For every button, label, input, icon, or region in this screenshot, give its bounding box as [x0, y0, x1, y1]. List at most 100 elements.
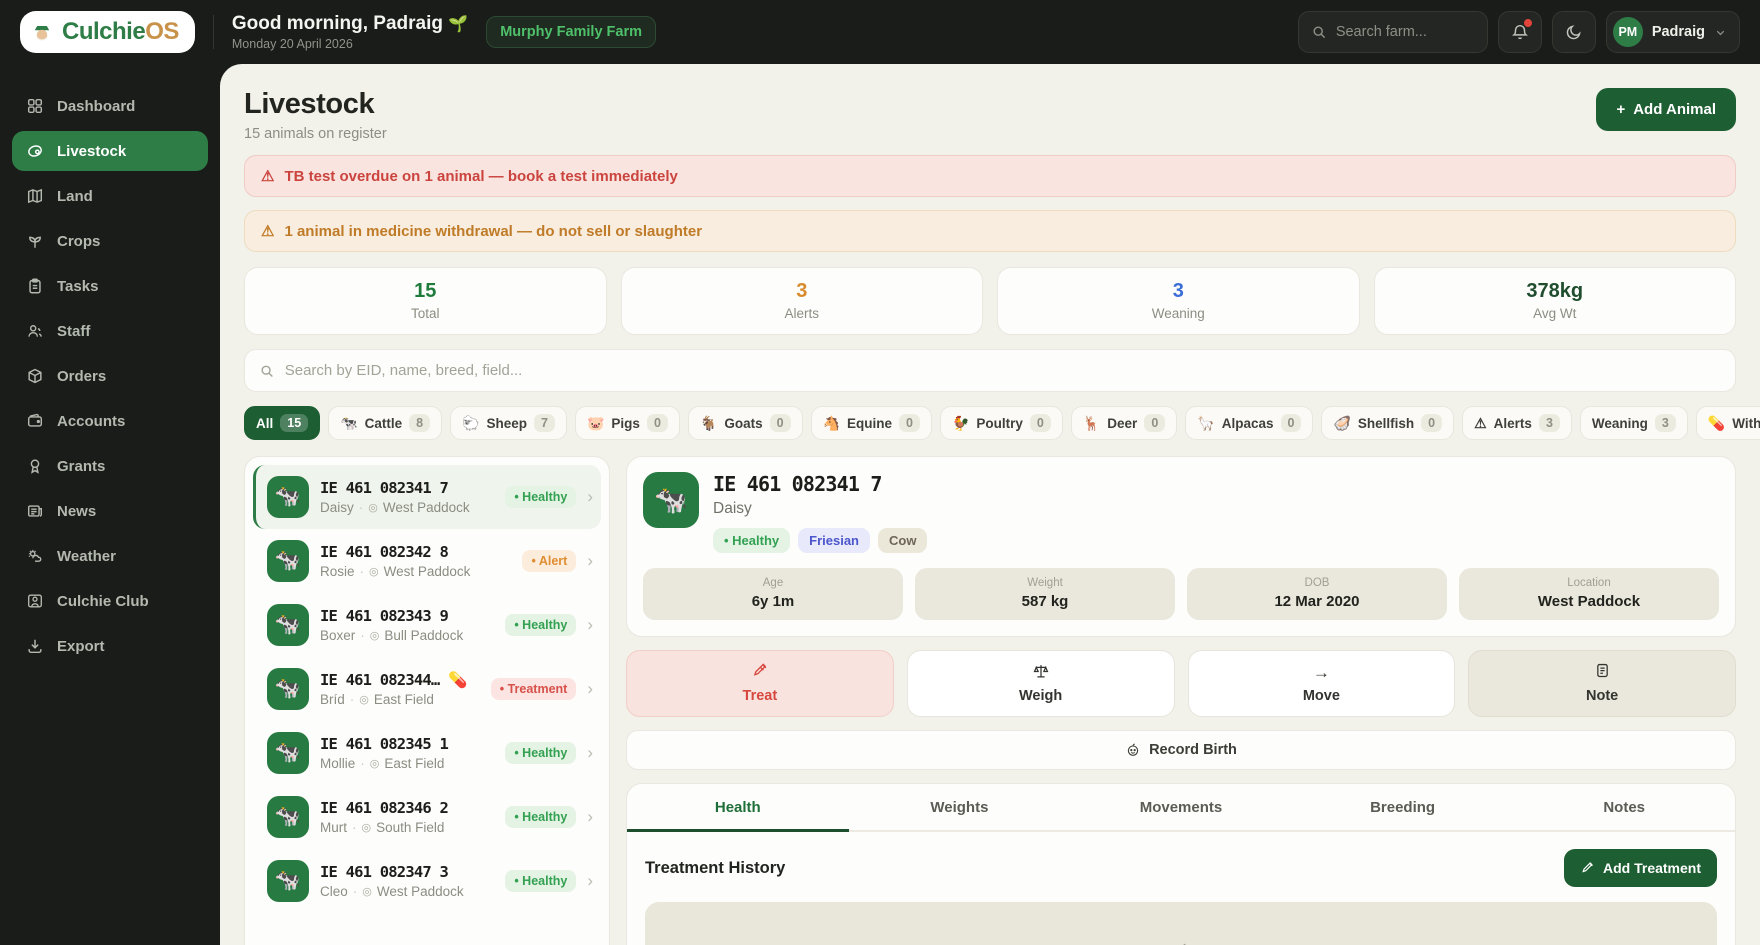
wallet-icon	[26, 412, 44, 430]
animal-search[interactable]	[244, 349, 1736, 392]
animal-eid: IE 461 082347 3	[320, 863, 494, 881]
filter-chip-goats[interactable]: 🐐Goats0	[688, 406, 803, 440]
weigh-button[interactable]: Weigh	[907, 650, 1175, 717]
sidebar-item-crops[interactable]: Crops	[12, 221, 208, 261]
sidebar-item-weather[interactable]: Weather	[12, 536, 208, 576]
filter-chip-poultry[interactable]: 🐓Poultry0	[940, 406, 1063, 440]
record-birth-button[interactable]: Record Birth	[626, 730, 1736, 770]
sheep-icon: 🐑	[462, 415, 479, 432]
user-name: Padraig	[1652, 24, 1705, 40]
animal-row-rosie[interactable]: 🐄 IE 461 082342 8 Rosie·◎West Paddock Al…	[253, 529, 601, 593]
filter-chip-shellfish[interactable]: 🦪Shellfish0	[1321, 406, 1454, 440]
animal-row-brid[interactable]: 🐄 IE 461 082344… 💊 Bríd·◎East Field Trea…	[253, 657, 601, 721]
sidebar-item-land[interactable]: Land	[12, 176, 208, 216]
animal-row-daisy[interactable]: 🐄 IE 461 082341 7 Daisy·◎West Paddock He…	[253, 465, 601, 529]
species-filter-row: All15 🐄Cattle8 🐑Sheep7 🐷Pigs0 🐐Goats0 🐴E…	[244, 406, 1736, 440]
sidebar-item-label: Orders	[57, 368, 106, 385]
sidebar-item-export[interactable]: Export	[12, 626, 208, 666]
detail-stat-dob: DOB 12 Mar 2020	[1187, 568, 1447, 620]
filter-chip-deer[interactable]: 🦌Deer0	[1071, 406, 1177, 440]
stat-value: 15	[255, 280, 596, 303]
sidebar-item-staff[interactable]: Staff	[12, 311, 208, 351]
tab-breeding[interactable]: Breeding	[1292, 784, 1514, 832]
filter-chip-alerts[interactable]: ⚠Alerts3	[1462, 406, 1572, 440]
filter-chip-weaning[interactable]: Weaning3	[1580, 406, 1688, 440]
app-logo[interactable]: CulchieOS	[20, 11, 195, 53]
pin-icon: ◎	[370, 757, 380, 770]
animal-row-cleo[interactable]: 🐄 IE 461 082347 3 Cleo·◎West Paddock Hea…	[253, 849, 601, 913]
detail-stat-weight: Weight 587 kg	[915, 568, 1175, 620]
chevron-right-icon: ›	[587, 551, 593, 571]
animal-name: Daisy	[320, 500, 354, 515]
status-badge: Healthy	[505, 870, 576, 892]
sidebar-item-livestock[interactable]: Livestock	[12, 131, 208, 171]
farm-badge[interactable]: Murphy Family Farm	[486, 16, 656, 48]
tb-alert-banner[interactable]: ⚠ TB test overdue on 1 animal — book a t…	[244, 155, 1736, 197]
warning-icon: ⚠	[1474, 415, 1487, 432]
sprout-icon: 🌱	[448, 16, 468, 33]
sun-cloud-icon	[26, 547, 44, 565]
tab-notes[interactable]: Notes	[1513, 784, 1735, 832]
animal-name: Rosie	[320, 564, 355, 579]
filter-chip-pigs[interactable]: 🐷Pigs0	[575, 406, 680, 440]
stat-label: Alerts	[632, 306, 973, 321]
animal-search-input[interactable]	[285, 362, 1721, 379]
pill-icon: 💊	[448, 671, 467, 689]
status-badge: Treatment	[491, 678, 577, 700]
status-badge: Alert	[522, 550, 576, 572]
animal-row-mollie[interactable]: 🐄 IE 461 082345 1 Mollie·◎East Field Hea…	[253, 721, 601, 785]
stat-alerts: 3 Alerts	[621, 267, 984, 335]
animal-detail-panel: 🐄 IE 461 082341 7 Daisy Healthy Friesian…	[626, 456, 1736, 945]
pin-icon: ◎	[368, 501, 378, 514]
dark-mode-toggle[interactable]	[1552, 11, 1596, 53]
treat-button[interactable]: Treat	[626, 650, 894, 717]
animal-location: East Field	[374, 692, 434, 707]
animal-name: Cleo	[320, 884, 348, 899]
filter-chip-cattle[interactable]: 🐄Cattle8	[328, 406, 442, 440]
status-badge: Healthy	[505, 806, 576, 828]
scale-icon	[908, 662, 1174, 684]
users-icon	[26, 322, 44, 340]
dashboard-grid-icon	[26, 97, 44, 115]
sidebar-item-dashboard[interactable]: Dashboard	[12, 86, 208, 126]
cow-icon: 🐄	[267, 796, 309, 838]
cow-icon: 🐄	[267, 668, 309, 710]
detail-eid: IE 461 082341 7	[713, 472, 927, 496]
user-menu[interactable]: PM Padraig	[1606, 11, 1740, 53]
filter-chip-all[interactable]: All15	[244, 406, 320, 440]
status-badge: Healthy	[505, 742, 576, 764]
notifications-button[interactable]	[1498, 11, 1542, 53]
filter-chip-sheep[interactable]: 🐑Sheep7	[450, 406, 567, 440]
sidebar-item-tasks[interactable]: Tasks	[12, 266, 208, 306]
filter-chip-withdrawal[interactable]: 💊Withdrawal1	[1696, 406, 1760, 440]
global-search[interactable]	[1298, 11, 1488, 53]
detail-stat-age: Age 6y 1m	[643, 568, 903, 620]
sidebar-item-label: Culchie Club	[57, 593, 149, 610]
animal-row-murt[interactable]: 🐄 IE 461 082346 2 Murt·◎South Field Heal…	[253, 785, 601, 849]
add-animal-button[interactable]: + Add Animal	[1596, 88, 1736, 131]
filter-chip-alpacas[interactable]: 🦙Alpacas0	[1185, 406, 1313, 440]
stat-total: 15 Total	[244, 267, 607, 335]
sidebar-item-news[interactable]: News	[12, 491, 208, 531]
tab-health[interactable]: Health	[627, 784, 849, 832]
sidebar-item-grants[interactable]: Grants	[12, 446, 208, 486]
tab-weights[interactable]: Weights	[849, 784, 1071, 832]
cow-icon: 🐄	[643, 472, 699, 528]
sidebar-item-label: Dashboard	[57, 98, 135, 115]
withdrawal-alert-banner[interactable]: ⚠ 1 animal in medicine withdrawal — do n…	[244, 210, 1736, 252]
cow-icon: 🐄	[267, 860, 309, 902]
sidebar-item-accounts[interactable]: Accounts	[12, 401, 208, 441]
add-treatment-button[interactable]: Add Treatment	[1564, 849, 1717, 887]
global-search-input[interactable]	[1336, 24, 1466, 40]
stat-value: 378kg	[1385, 280, 1726, 303]
chevron-right-icon: ›	[587, 743, 593, 763]
page-subtitle: 15 animals on register	[244, 126, 387, 142]
note-button[interactable]: Note	[1468, 650, 1736, 717]
move-button[interactable]: → Move	[1188, 650, 1456, 717]
sidebar-item-culchie-club[interactable]: Culchie Club	[12, 581, 208, 621]
tab-movements[interactable]: Movements	[1070, 784, 1292, 832]
sidebar-item-orders[interactable]: Orders	[12, 356, 208, 396]
filter-chip-equine[interactable]: 🐴Equine0	[811, 406, 932, 440]
animal-row-boxer[interactable]: 🐄 IE 461 082343 9 Boxer·◎Bull Paddock He…	[253, 593, 601, 657]
chevron-right-icon: ›	[587, 679, 593, 699]
